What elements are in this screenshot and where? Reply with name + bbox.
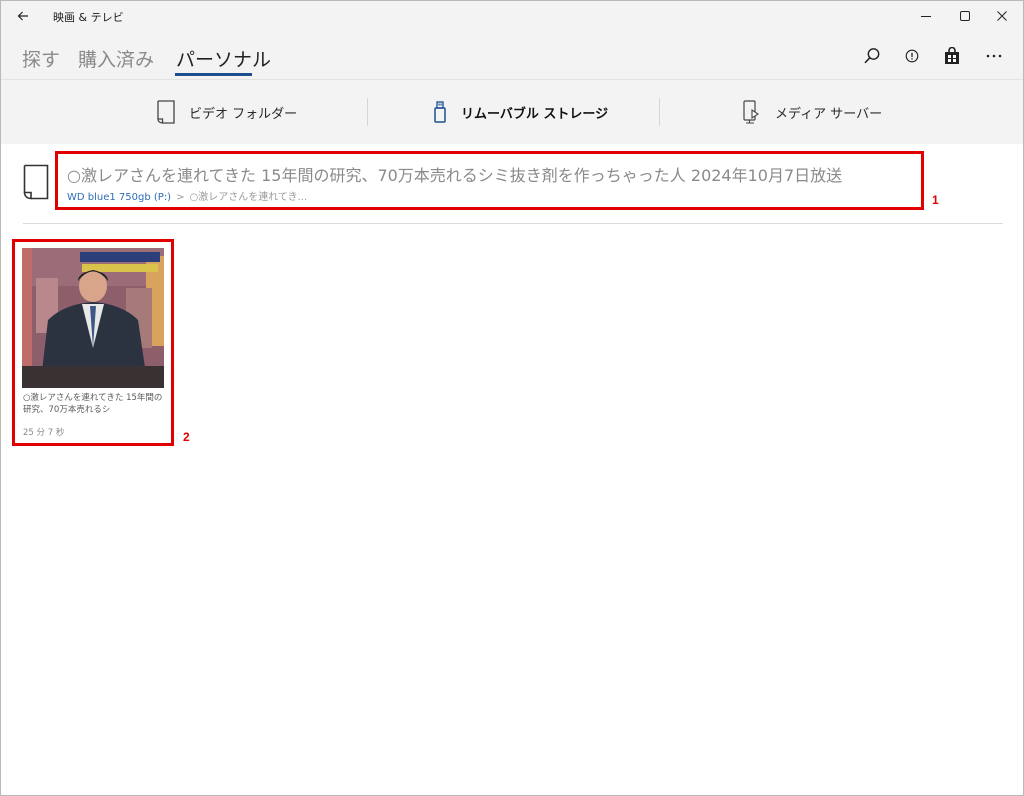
app-title: 映画 & テレビ (53, 11, 124, 24)
back-button[interactable] (7, 3, 39, 29)
location-label: ビデオ フォルダー (189, 106, 298, 122)
annotation-label-1: 1 (932, 193, 939, 207)
search-button[interactable] (857, 42, 887, 70)
folder-icon (23, 164, 49, 200)
active-tab-indicator (175, 73, 252, 76)
store-button[interactable] (937, 42, 967, 70)
annotation-box-2 (12, 239, 174, 446)
location-label: メディア サーバー (775, 106, 883, 122)
tab-purchased[interactable]: 購入済み (78, 45, 154, 72)
store-icon (945, 47, 959, 64)
annotation-box-1 (55, 151, 924, 210)
location-video-folder[interactable]: ビデオ フォルダー (157, 80, 297, 144)
maximize-icon (960, 11, 970, 21)
divider (367, 98, 368, 126)
search-icon (864, 48, 880, 64)
minimize-icon (921, 16, 931, 17)
more-button[interactable] (979, 42, 1009, 70)
close-button[interactable] (979, 1, 1023, 31)
info-button[interactable] (897, 42, 927, 70)
divider (659, 98, 660, 126)
app-window: 映画 & テレビ 探す 購入済み パーソナル ビデオ フォルダー リムーバブル … (0, 0, 1024, 796)
location-label: リムーバブル ストレージ (461, 106, 609, 122)
close-icon (997, 11, 1007, 21)
back-arrow-icon (17, 11, 28, 21)
location-removable-storage[interactable]: リムーバブル ストレージ (433, 80, 608, 144)
tab-personal[interactable]: パーソナル (176, 45, 271, 72)
divider (23, 223, 1003, 224)
folder-icon (157, 100, 175, 124)
annotation-label-2: 2 (183, 430, 190, 444)
media-server-icon (743, 100, 759, 124)
title-bar: 映画 & テレビ (1, 1, 1023, 31)
tab-explore[interactable]: 探す (22, 45, 60, 72)
info-icon (905, 49, 919, 63)
usb-icon (434, 101, 446, 123)
location-bar: ビデオ フォルダー リムーバブル ストレージ メディア サーバー (1, 79, 1023, 144)
more-icon (986, 54, 1002, 58)
location-media-server[interactable]: メディア サーバー (743, 80, 882, 144)
